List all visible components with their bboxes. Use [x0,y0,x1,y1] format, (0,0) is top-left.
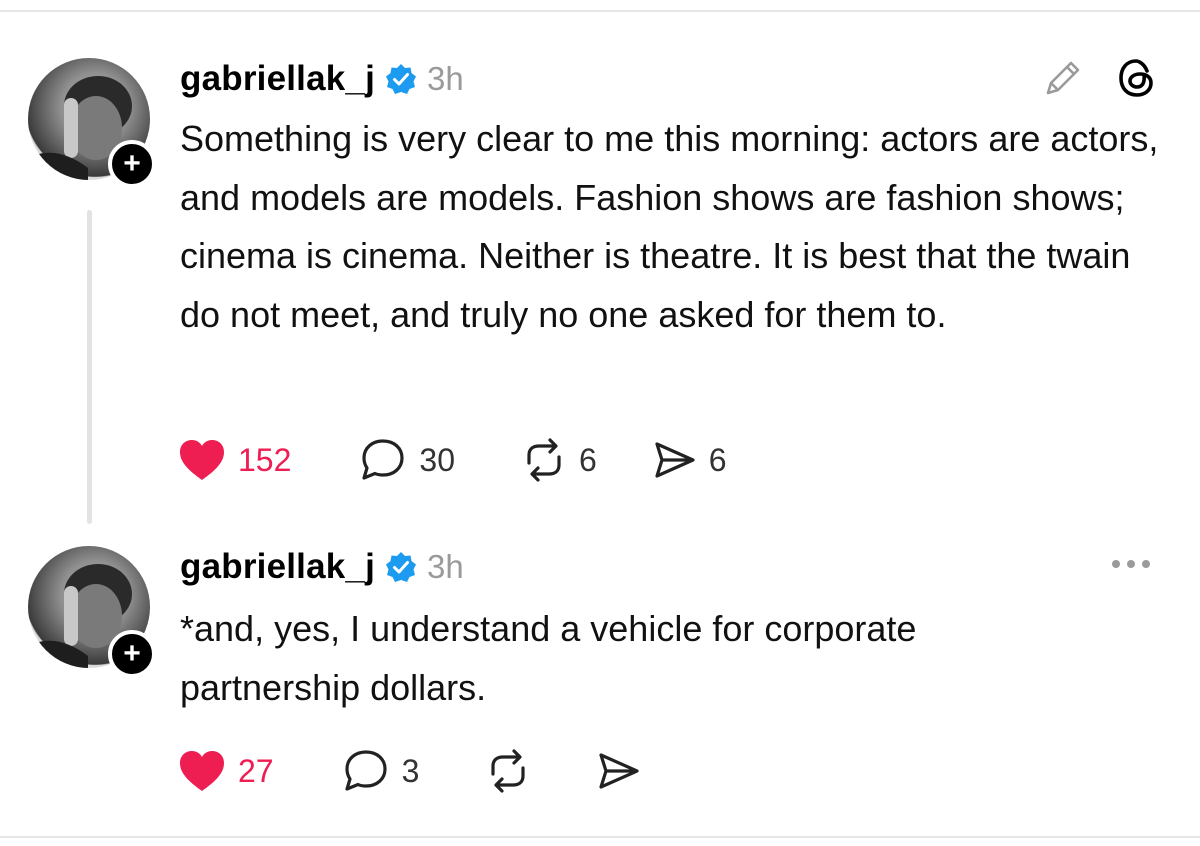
comment-bubble-icon [359,437,407,483]
more-dots-icon[interactable] [1112,560,1150,568]
thread-connector [87,210,92,524]
reply-count: 30 [419,441,455,478]
like-button[interactable]: 27 [178,749,274,793]
post-header: gabriellak_j 3h [180,544,464,590]
share-button[interactable]: 6 [651,437,727,483]
post-2: + gabriellak_j 3h *and, yes, I understan… [0,530,1200,830]
like-count: 152 [238,441,292,478]
send-icon [651,437,697,483]
action-bar: 27 3 [178,746,641,796]
dot [1127,560,1135,568]
post-1: + gabriellak_j 3h Something is very clea… [0,0,1200,530]
like-count: 27 [238,752,274,789]
repost-count: 6 [578,441,597,478]
repost-button[interactable] [485,748,531,794]
bottom-divider [0,836,1200,838]
repost-button[interactable]: 6 [521,437,597,483]
share-button[interactable] [595,748,641,794]
repost-icon [521,437,567,483]
action-bar: 152 30 6 6 [178,435,727,485]
username[interactable]: gabriellak_j [180,59,375,99]
like-button[interactable]: 152 [178,438,291,482]
dot [1142,560,1150,568]
follow-plus-icon[interactable]: + [108,140,156,188]
reply-button[interactable]: 3 [342,748,420,794]
username[interactable]: gabriellak_j [180,547,375,587]
heart-filled-icon [178,438,226,482]
post-text: *and, yes, I understand a vehicle for co… [180,608,917,708]
heart-filled-icon [178,749,226,793]
follow-plus-icon[interactable]: + [108,630,156,678]
verified-badge-icon [385,63,417,95]
repost-icon [485,748,531,794]
comment-bubble-icon [342,748,390,794]
send-icon [595,748,641,794]
dot [1112,560,1120,568]
post-text: Something is very clear to me this morni… [180,118,1159,335]
share-count: 6 [708,441,727,478]
reply-count: 3 [401,752,420,789]
post-header: gabriellak_j 3h [180,56,464,102]
verified-badge-icon [385,551,417,583]
post-time: 3h [427,548,464,585]
post-time: 3h [427,60,464,97]
reply-button[interactable]: 30 [359,437,455,483]
